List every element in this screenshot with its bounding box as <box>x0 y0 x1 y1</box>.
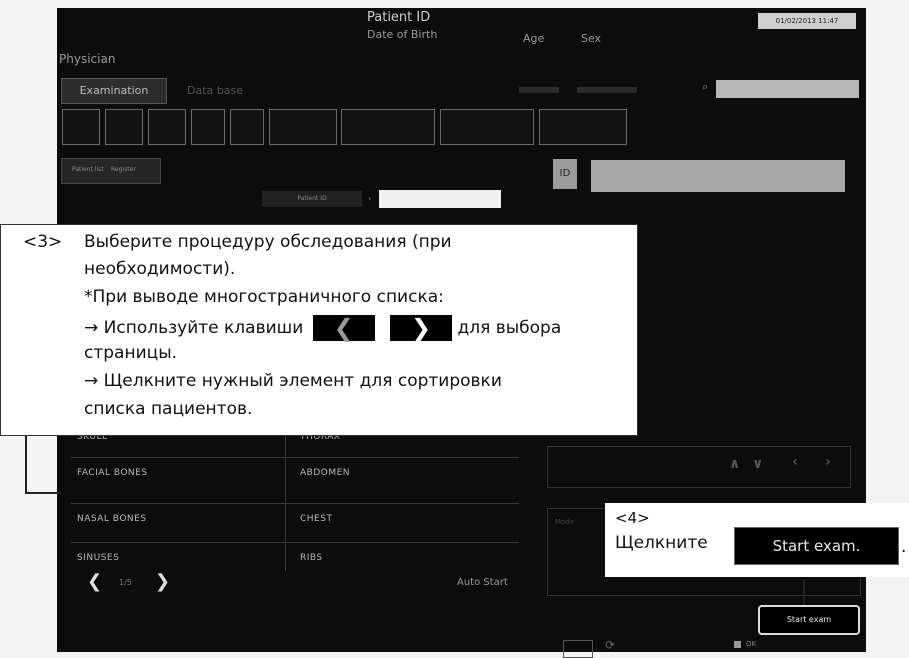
instruction-text: → Используйте клавиши <box>84 318 304 338</box>
datetime-display: 01/02/2013 11:47 <box>758 13 856 29</box>
physician-input[interactable] <box>716 80 859 98</box>
page-prev-icon[interactable]: ‹ <box>792 454 798 470</box>
exam-cell[interactable]: CHEST <box>300 514 332 524</box>
physician-label: Physician <box>59 52 116 66</box>
id-card-icon[interactable]: ID <box>553 159 577 189</box>
ok-checkbox[interactable] <box>734 641 741 648</box>
table-row[interactable]: SINUSES RIBS <box>71 542 519 573</box>
exam-cell[interactable]: RIBS <box>300 553 323 563</box>
exam-slot[interactable] <box>341 109 435 145</box>
page-indicator: 1/5 <box>119 578 132 587</box>
instruction-text: для выбора <box>457 318 562 338</box>
scroll-down-icon[interactable]: ∨ <box>752 456 763 472</box>
instruction-line: *При выводе многостраничного списка: <box>84 287 444 307</box>
instruction-line: списка пациентов. <box>84 399 253 419</box>
age-label: Age <box>523 32 545 45</box>
start-exam-button[interactable]: Start exam <box>758 605 860 635</box>
header-field-b <box>577 87 637 93</box>
table-row[interactable]: FACIAL BONES ABDOMEN <box>71 457 519 488</box>
tab-examination[interactable]: Examination <box>61 78 167 104</box>
table-row[interactable]: NASAL BONES CHEST <box>71 503 519 534</box>
exam-cell[interactable]: FACIAL BONES <box>77 468 148 478</box>
search-icon: ⌕ <box>702 80 709 93</box>
grid-icon[interactable] <box>563 640 593 658</box>
page-prev-key: ❮ <box>312 314 375 342</box>
patient-id-search-input[interactable] <box>379 190 501 208</box>
exam-cell[interactable]: ABDOMEN <box>300 468 350 478</box>
period: . <box>901 537 907 557</box>
instruction-line: страницы. <box>84 343 178 363</box>
exam-info-label: Mode <box>555 518 575 526</box>
exam-slot[interactable] <box>539 109 627 145</box>
ok-label: OK <box>746 640 757 648</box>
page-next-icon[interactable]: › <box>825 454 831 470</box>
refresh-icon[interactable]: ⟳ <box>605 638 615 652</box>
exam-slot[interactable] <box>105 109 143 145</box>
chevron-left-icon: ❮ <box>333 314 354 342</box>
search-arrow-icon: › <box>368 194 372 203</box>
scroll-up-icon[interactable]: ∧ <box>729 456 740 472</box>
page-next-icon[interactable]: ❯ <box>155 571 170 592</box>
exam-slot[interactable] <box>230 109 264 145</box>
right-header-field <box>591 160 845 192</box>
tab-database[interactable]: Data base <box>187 84 243 97</box>
patient-id-label: Patient ID <box>367 10 431 25</box>
exam-slot[interactable] <box>191 109 225 145</box>
start-exam-key: Start exam. <box>734 527 899 565</box>
callout-step-3: <3> Выберите процедуру обследования (при… <box>0 224 638 436</box>
instruction-line: → Используйте клавиши ❮ ❯ для выбора <box>84 315 561 341</box>
tab-patient-list[interactable]: Patient list <box>72 166 104 173</box>
dob-label: Date of Birth <box>367 28 438 41</box>
instruction-line: Выберите процедуру обследования (при <box>84 232 452 252</box>
right-list-panel <box>547 446 851 488</box>
instruction-text: Щелкните <box>615 533 708 553</box>
instruction-line: → Щелкните нужный элемент для сортировки <box>84 371 502 391</box>
exam-slot[interactable] <box>440 109 534 145</box>
exam-list: SKULL THORAX FACIAL BONES ABDOMEN NASAL … <box>71 421 519 571</box>
auto-start-label[interactable]: Auto Start <box>457 577 508 588</box>
sex-label: Sex <box>581 32 602 45</box>
callout-bracket <box>25 434 59 494</box>
step-number: <4> <box>615 509 650 527</box>
exam-cell[interactable]: SINUSES <box>77 553 119 563</box>
instruction-line: необходимости). <box>84 259 236 279</box>
exam-cell[interactable]: NASAL BONES <box>77 514 147 524</box>
chevron-right-icon: ❯ <box>411 314 432 342</box>
page-next-key: ❯ <box>390 314 453 342</box>
page-prev-icon[interactable]: ❮ <box>87 571 102 592</box>
callout-connector <box>803 580 805 605</box>
step-number: <3> <box>23 232 63 252</box>
callout-step-4: <4> Щелкните Start exam. . <box>605 503 909 577</box>
exam-slot[interactable] <box>269 109 337 145</box>
tab-register[interactable]: Register <box>111 166 136 173</box>
exam-slot[interactable] <box>62 109 100 145</box>
header-field-a <box>519 87 559 93</box>
column-divider <box>285 421 286 571</box>
exam-slot[interactable] <box>148 109 186 145</box>
search-label: Patient ID <box>262 191 362 207</box>
